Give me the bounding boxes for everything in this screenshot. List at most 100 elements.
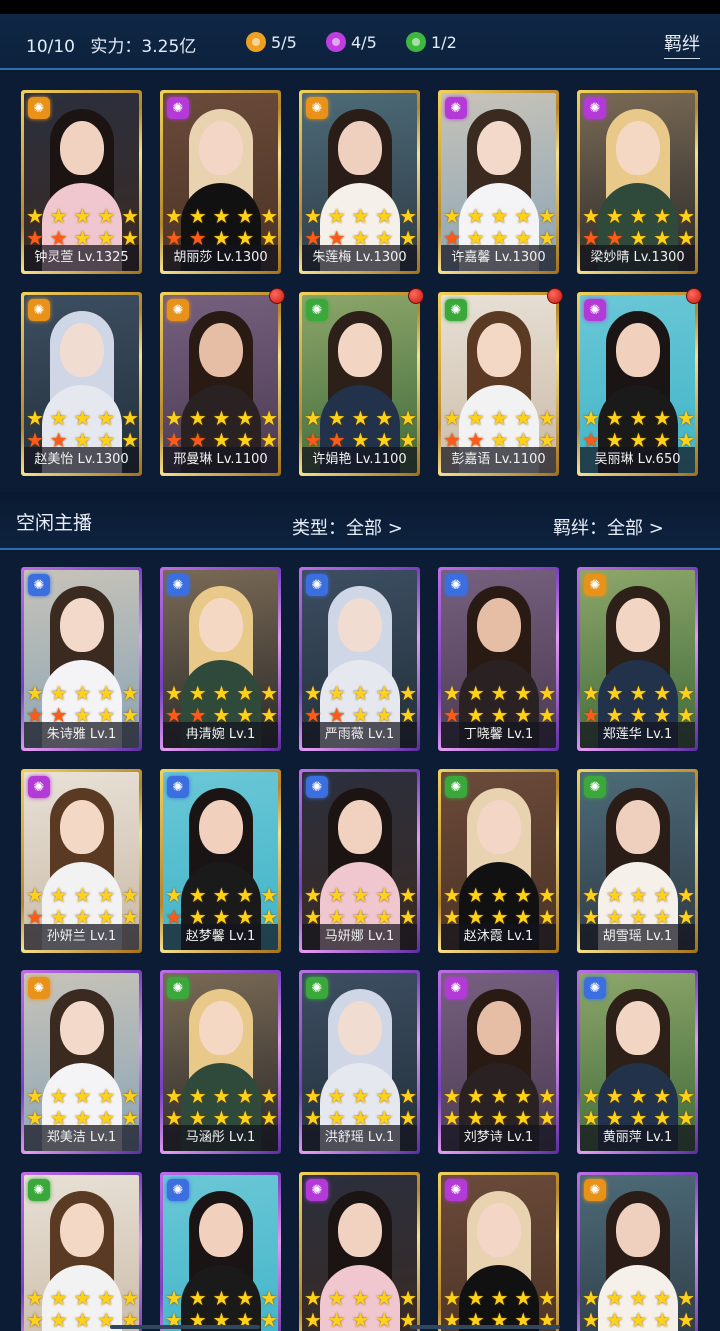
gold-star-icon: ★ bbox=[399, 883, 417, 907]
idle-streamer-card[interactable]: ✺ ★ ★ ★ ★ ★ ★ ★ ★ ★ ★ 冉清婉 Lv.1 bbox=[160, 567, 281, 751]
star-row: ★ ★ ★ ★ ★ bbox=[26, 1085, 139, 1107]
gold-star-icon: ★ bbox=[165, 1084, 183, 1108]
gold-star-icon: ★ bbox=[490, 1286, 509, 1310]
team-streamer-card[interactable]: ✺ ★ ★ ★ ★ ★ ★ ★ ★ ★ ★ 彭嘉语 Lv.1100 bbox=[438, 288, 563, 476]
idle-streamer-card[interactable]: ✺ ★ ★ ★ ★ ★ ★ ★ ★ ★ ★ 胡雪瑶 Lv.1 bbox=[577, 769, 698, 953]
team-streamer-card[interactable]: ✺ ★ ★ ★ ★ ★ ★ ★ ★ ★ ★ 钟灵萱 Lv.1325 bbox=[21, 90, 142, 274]
gold-star-icon: ★ bbox=[399, 681, 417, 705]
gold-star-icon: ★ bbox=[327, 1084, 346, 1108]
gold-star-icon: ★ bbox=[605, 406, 624, 430]
card-inner: ✺ ★ ★ ★ ★ ★ ★ ★ ★ ★ ★ 许嘉馨 Lv.1300 bbox=[441, 93, 556, 271]
team-streamer-card[interactable]: ✺ ★ ★ ★ ★ ★ ★ ★ ★ ★ ★ 赵美怡 Lv.1300 bbox=[21, 292, 142, 476]
star-rating: ★ ★ ★ ★ ★ ★ ★ ★ ★ ★ bbox=[304, 407, 417, 451]
star-row: ★ ★ ★ ★ ★ bbox=[582, 1287, 695, 1309]
gold-star-icon: ★ bbox=[97, 883, 116, 907]
purple-faction-icon: ✺ bbox=[584, 299, 606, 321]
gold-star-icon: ★ bbox=[443, 204, 461, 228]
streamer-name-level: 马涵彤 Lv.1 bbox=[163, 1125, 278, 1151]
idle-streamer-card[interactable]: ✺ ★ ★ ★ ★ ★ ★ ★ ★ ★ ★ 严雨薇 Lv.1 bbox=[299, 567, 420, 751]
idle-streamer-card[interactable]: ✺ ★ ★ ★ ★ ★ ★ ★ ★ ★ ★ bbox=[160, 1172, 281, 1331]
team-streamer-card[interactable]: ✺ ★ ★ ★ ★ ★ ★ ★ ★ ★ ★ 吴丽琳 Lv.650 bbox=[577, 288, 702, 476]
gold-star-icon: ★ bbox=[73, 1286, 92, 1310]
idle-streamer-card[interactable]: ✺ ★ ★ ★ ★ ★ ★ ★ ★ ★ ★ 郑美洁 Lv.1 bbox=[21, 970, 142, 1154]
gold-star-icon: ★ bbox=[514, 1286, 533, 1310]
star-rating: ★ ★ ★ ★ ★ ★ ★ ★ ★ ★ bbox=[304, 205, 417, 249]
idle-streamer-card[interactable]: ✺ ★ ★ ★ ★ ★ ★ ★ ★ ★ ★ 孙妍兰 Lv.1 bbox=[21, 769, 142, 953]
idle-streamer-card[interactable]: ✺ ★ ★ ★ ★ ★ ★ ★ ★ ★ ★ 赵沐霞 Lv.1 bbox=[438, 769, 559, 953]
gold-star-icon: ★ bbox=[490, 681, 509, 705]
idle-streamer-card[interactable]: ✺ ★ ★ ★ ★ ★ ★ ★ ★ ★ ★ 郑莲华 Lv.1 bbox=[577, 567, 698, 751]
idle-streamer-card[interactable]: ✺ ★ ★ ★ ★ ★ ★ ★ ★ ★ ★ 刘梦诗 Lv.1 bbox=[438, 970, 559, 1154]
idle-streamer-card[interactable]: ✺ ★ ★ ★ ★ ★ ★ ★ ★ ★ ★ 洪舒瑶 Lv.1 bbox=[299, 970, 420, 1154]
gold-star-icon: ★ bbox=[605, 1084, 624, 1108]
gold-star-icon: ★ bbox=[466, 204, 485, 228]
purple-faction-icon: ✺ bbox=[445, 1179, 467, 1201]
gold-star-icon: ★ bbox=[49, 406, 68, 430]
gold-star-icon: ★ bbox=[677, 1084, 695, 1108]
idle-streamer-card[interactable]: ✺ ★ ★ ★ ★ ★ ★ ★ ★ ★ ★ bbox=[299, 1172, 420, 1331]
purple-faction-icon: ✺ bbox=[167, 97, 189, 119]
streamer-name-level: 梁妙晴 Lv.1300 bbox=[580, 245, 695, 271]
notification-badge bbox=[408, 288, 424, 304]
gold-star-icon: ★ bbox=[188, 204, 207, 228]
team-streamer-card[interactable]: ✺ ★ ★ ★ ★ ★ ★ ★ ★ ★ ★ 梁妙晴 Lv.1300 bbox=[577, 90, 698, 274]
card-inner: ✺ ★ ★ ★ ★ ★ ★ ★ ★ ★ ★ 赵沐霞 Lv.1 bbox=[441, 772, 556, 950]
idle-streamer-card[interactable]: ✺ ★ ★ ★ ★ ★ ★ ★ ★ ★ ★ bbox=[577, 1172, 698, 1331]
team-streamer-card[interactable]: ✺ ★ ★ ★ ★ ★ ★ ★ ★ ★ ★ 邢曼琳 Lv.1100 bbox=[160, 288, 285, 476]
team-streamer-card[interactable]: ✺ ★ ★ ★ ★ ★ ★ ★ ★ ★ ★ 朱莲梅 Lv.1300 bbox=[299, 90, 420, 274]
gold-star-icon: ★ bbox=[73, 204, 92, 228]
star-row: ★ ★ ★ ★ ★ bbox=[165, 682, 278, 704]
team-count: 10/10 bbox=[26, 37, 75, 57]
streamer-name-level: 邢曼琳 Lv.1100 bbox=[163, 447, 278, 473]
idle-streamer-card[interactable]: ✺ ★ ★ ★ ★ ★ ★ ★ ★ ★ ★ 朱诗雅 Lv.1 bbox=[21, 567, 142, 751]
gold-star-icon: ★ bbox=[443, 883, 461, 907]
gold-star-icon: ★ bbox=[236, 406, 255, 430]
star-row: ★ ★ ★ ★ ★ bbox=[304, 682, 417, 704]
orange-faction-icon: ✺ bbox=[28, 977, 50, 999]
green-faction-icon: ✺ bbox=[28, 1179, 50, 1201]
idle-streamer-card[interactable]: ✺ ★ ★ ★ ★ ★ ★ ★ ★ ★ ★ bbox=[21, 1172, 142, 1331]
gold-star-icon: ★ bbox=[629, 1084, 648, 1108]
gold-star-icon: ★ bbox=[165, 1286, 183, 1310]
gold-star-icon: ★ bbox=[582, 681, 600, 705]
idle-streamer-card[interactable]: ✺ ★ ★ ★ ★ ★ ★ ★ ★ ★ ★ 马妍娜 Lv.1 bbox=[299, 769, 420, 953]
star-row: ★ ★ ★ ★ ★ bbox=[304, 1309, 417, 1331]
idle-streamer-card[interactable]: ✺ ★ ★ ★ ★ ★ ★ ★ ★ ★ ★ bbox=[438, 1172, 559, 1331]
gold-star-icon: ★ bbox=[605, 204, 624, 228]
gold-star-icon: ★ bbox=[653, 406, 672, 430]
bond-filter[interactable]: 羁绊：全部 > bbox=[553, 514, 664, 540]
star-row: ★ ★ ★ ★ ★ bbox=[26, 407, 139, 429]
streamer-name-level: 许嘉馨 Lv.1300 bbox=[441, 245, 556, 271]
gold-star-icon: ★ bbox=[260, 1286, 278, 1310]
gold-star-icon: ★ bbox=[165, 883, 183, 907]
bond-button[interactable]: 羁绊 bbox=[664, 30, 700, 59]
notification-badge bbox=[547, 288, 563, 304]
star-rating: ★ ★ ★ ★ ★ ★ ★ ★ ★ ★ bbox=[26, 205, 139, 249]
streamer-name-level: 严雨薇 Lv.1 bbox=[302, 722, 417, 748]
star-row: ★ ★ ★ ★ ★ bbox=[165, 1287, 278, 1309]
blue-faction-icon: ✺ bbox=[167, 1179, 189, 1201]
gold-star-icon: ★ bbox=[26, 204, 44, 228]
gold-star-icon: ★ bbox=[304, 883, 322, 907]
gold-star-icon: ★ bbox=[514, 883, 533, 907]
team-streamer-card[interactable]: ✺ ★ ★ ★ ★ ★ ★ ★ ★ ★ ★ 胡丽莎 Lv.1300 bbox=[160, 90, 281, 274]
notification-badge bbox=[269, 288, 285, 304]
team-streamer-card[interactable]: ✺ ★ ★ ★ ★ ★ ★ ★ ★ ★ ★ 许嘉馨 Lv.1300 bbox=[438, 90, 559, 274]
type-filter[interactable]: 类型：全部 > bbox=[292, 514, 403, 540]
gold-star-icon: ★ bbox=[351, 1286, 370, 1310]
gold-star-icon: ★ bbox=[26, 1308, 44, 1331]
gold-star-icon: ★ bbox=[653, 883, 672, 907]
idle-streamer-card[interactable]: ✺ ★ ★ ★ ★ ★ ★ ★ ★ ★ ★ 赵梦馨 Lv.1 bbox=[160, 769, 281, 953]
gold-star-icon: ★ bbox=[677, 204, 695, 228]
idle-streamer-card[interactable]: ✺ ★ ★ ★ ★ ★ ★ ★ ★ ★ ★ 黄丽萍 Lv.1 bbox=[577, 970, 698, 1154]
card-inner: ✺ ★ ★ ★ ★ ★ ★ ★ ★ ★ ★ 郑美洁 Lv.1 bbox=[24, 973, 139, 1151]
team-streamer-card[interactable]: ✺ ★ ★ ★ ★ ★ ★ ★ ★ ★ ★ 许娟艳 Lv.1100 bbox=[299, 288, 424, 476]
star-rating: ★ ★ ★ ★ ★ ★ ★ ★ ★ ★ bbox=[582, 1287, 695, 1331]
idle-streamer-card[interactable]: ✺ ★ ★ ★ ★ ★ ★ ★ ★ ★ ★ 丁晓馨 Lv.1 bbox=[438, 567, 559, 751]
gold-star-icon: ★ bbox=[165, 204, 183, 228]
star-rating: ★ ★ ★ ★ ★ ★ ★ ★ ★ ★ bbox=[304, 1085, 417, 1129]
green-faction-icon: ✺ bbox=[584, 776, 606, 798]
gold-star-icon: ★ bbox=[260, 1084, 278, 1108]
idle-streamer-card[interactable]: ✺ ★ ★ ★ ★ ★ ★ ★ ★ ★ ★ 马涵彤 Lv.1 bbox=[160, 970, 281, 1154]
star-row: ★ ★ ★ ★ ★ bbox=[443, 205, 556, 227]
